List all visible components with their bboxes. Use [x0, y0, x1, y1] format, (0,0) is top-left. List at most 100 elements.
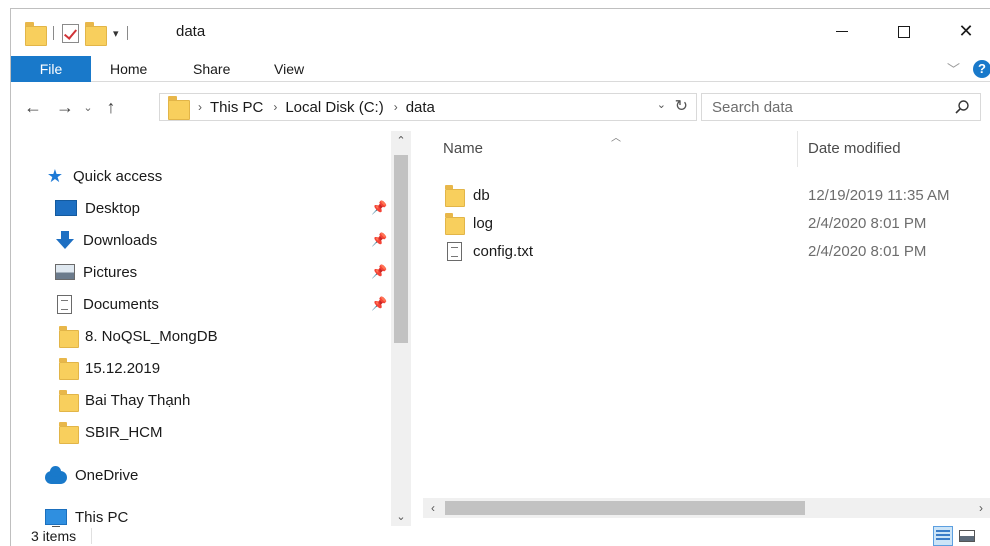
close-icon: ✕	[958, 21, 974, 41]
maximize-icon	[898, 25, 910, 38]
sort-ascending-icon: ︿	[611, 133, 621, 144]
window-title: data	[176, 23, 206, 40]
folder-icon	[445, 185, 465, 207]
breadcrumb-separator[interactable]: ›	[394, 100, 398, 114]
pin-icon[interactable]: 📌	[371, 264, 387, 280]
breadcrumb-separator[interactable]: ›	[198, 100, 202, 114]
navigation-scrollbar[interactable]: ⌃ ⌄	[391, 131, 411, 526]
file-row-config-txt[interactable]: config.txt 2/4/2020 8:01 PM	[445, 240, 985, 262]
breadcrumb-local-disk[interactable]: Local Disk (C:)	[285, 99, 383, 116]
star-icon: ★	[46, 165, 64, 186]
breadcrumb-this-pc[interactable]: This PC	[210, 99, 263, 116]
pictures-icon	[55, 264, 75, 280]
details-view-icon	[936, 530, 950, 542]
forward-button[interactable]: →	[53, 95, 77, 119]
address-dropdown-icon[interactable]: ⌄	[657, 98, 666, 111]
tab-file[interactable]: File	[11, 56, 91, 82]
onedrive-icon	[45, 466, 67, 484]
search-input[interactable]: Search data	[712, 99, 793, 116]
column-header-date-modified[interactable]: Date modified	[808, 127, 901, 169]
nav-item-sbir-hcm[interactable]: SBIR_HCM	[59, 420, 163, 444]
scroll-up-icon[interactable]: ⌃	[391, 131, 411, 151]
column-header-date-label: Date modified	[808, 139, 901, 157]
search-box[interactable]: Search data	[701, 93, 981, 121]
desktop-icon	[55, 200, 77, 216]
nav-onedrive[interactable]: OneDrive	[45, 463, 138, 487]
breadcrumb-data[interactable]: data	[406, 99, 435, 116]
file-date: 2/4/2020 8:01 PM	[808, 214, 927, 232]
nav-item-15-12-2019[interactable]: 15.12.2019	[59, 356, 160, 380]
minimize-icon	[836, 31, 848, 32]
expand-ribbon-icon[interactable]: ﹀	[947, 59, 960, 78]
nav-item-downloads[interactable]: Downloads	[55, 228, 157, 252]
scrollbar-thumb[interactable]	[394, 155, 408, 343]
file-name: config.txt	[473, 242, 534, 260]
nav-item-label: 15.12.2019	[85, 359, 161, 377]
toolbar-separator	[53, 26, 54, 40]
tab-file-label: File	[39, 61, 63, 77]
folder-icon	[59, 390, 79, 412]
file-list: ︿ Name Date modified db 12/19/2019 11:35…	[415, 127, 990, 527]
nav-onedrive-label: OneDrive	[75, 466, 139, 484]
folder-icon	[59, 358, 79, 380]
nav-item-bai-thay-thanh[interactable]: Bai Thay Thạnh	[59, 388, 190, 412]
pin-icon[interactable]: 📌	[371, 296, 387, 312]
pin-icon[interactable]: 📌	[371, 200, 387, 216]
toolbar-separator	[126, 26, 128, 40]
quick-access-toolbar: ▾	[25, 22, 130, 46]
recent-locations-icon[interactable]: ⌄	[80, 95, 96, 119]
customize-toolbar-icon[interactable]: ▾	[113, 27, 119, 40]
file-row-db[interactable]: db 12/19/2019 11:35 AM	[445, 184, 985, 207]
nav-item-label: Documents	[83, 295, 159, 313]
column-divider[interactable]	[797, 131, 798, 167]
content-horizontal-scrollbar[interactable]: ‹ ›	[423, 498, 990, 518]
status-separator	[91, 528, 92, 544]
folder-icon	[59, 422, 79, 444]
this-pc-icon	[45, 509, 67, 527]
file-date: 2/4/2020 8:01 PM	[808, 242, 927, 260]
nav-item-label: Downloads	[83, 231, 158, 249]
file-name: log	[473, 214, 494, 232]
folder-icon	[445, 213, 465, 235]
text-file-icon	[447, 241, 462, 261]
item-count: 3 items	[31, 528, 77, 544]
folder-icon	[25, 22, 47, 46]
file-date: 12/19/2019 11:35 AM	[808, 186, 950, 204]
maximize-button[interactable]	[881, 9, 927, 54]
pin-icon[interactable]: 📌	[371, 232, 387, 248]
scroll-down-icon[interactable]: ⌄	[391, 509, 411, 526]
minimize-button[interactable]	[819, 9, 865, 54]
search-icon	[955, 100, 969, 114]
up-button[interactable]: ↑	[99, 95, 123, 119]
nav-item-label: Desktop	[85, 199, 141, 217]
back-button[interactable]: ←	[21, 95, 45, 119]
nav-this-pc[interactable]: This PC	[45, 505, 128, 527]
nav-item-desktop[interactable]: Desktop	[55, 196, 140, 220]
column-header-name-label: Name	[443, 139, 484, 157]
tab-home[interactable]: Home	[110, 61, 147, 77]
close-button[interactable]: ✕	[943, 9, 989, 54]
details-view-button[interactable]	[933, 526, 953, 546]
nav-item-documents[interactable]: Documents	[57, 292, 159, 316]
address-bar[interactable]: › This PC › Local Disk (C:) › data ⌄ ↻	[159, 93, 697, 121]
file-row-log[interactable]: log 2/4/2020 8:01 PM	[445, 212, 985, 235]
tab-view[interactable]: View	[274, 61, 304, 77]
large-icons-view-button[interactable]	[957, 526, 977, 546]
column-header-name[interactable]: Name	[443, 127, 483, 169]
nav-quick-access[interactable]: ★ Quick access	[45, 164, 162, 188]
scroll-left-icon[interactable]: ‹	[423, 498, 443, 518]
tab-share[interactable]: Share	[193, 61, 230, 77]
nav-item-pictures[interactable]: Pictures	[55, 260, 137, 284]
title-bar: ▾ data ✕	[11, 9, 990, 56]
nav-item-nosql-mongodb[interactable]: 8. NoQSL_MongDB	[59, 324, 218, 348]
new-folder-icon[interactable]	[85, 22, 107, 46]
refresh-icon[interactable]: ↻	[675, 96, 688, 116]
properties-icon[interactable]	[62, 23, 79, 43]
documents-icon	[57, 294, 72, 314]
status-bar: 3 items	[11, 525, 990, 546]
breadcrumb-separator[interactable]: ›	[273, 100, 277, 114]
scrollbar-thumb[interactable]	[445, 501, 805, 515]
help-icon[interactable]: ?	[973, 60, 990, 78]
folder-icon	[168, 96, 190, 120]
scroll-right-icon[interactable]: ›	[971, 498, 990, 518]
